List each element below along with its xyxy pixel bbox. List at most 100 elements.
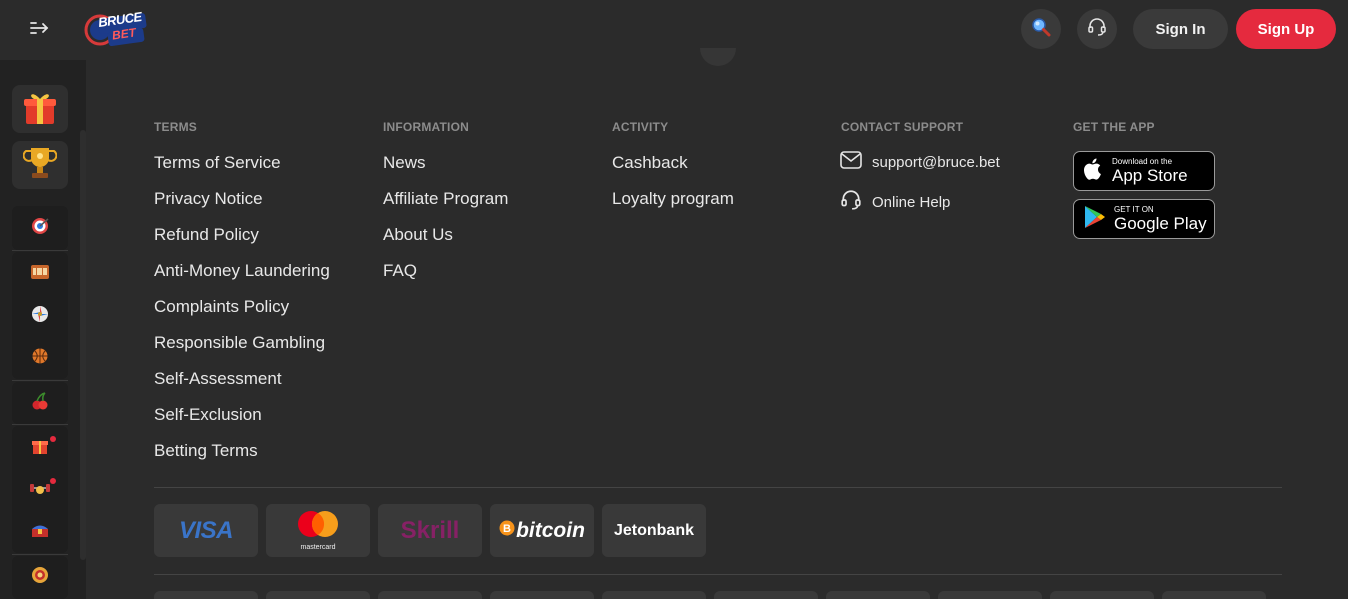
google-play-small-text: GET IT ON: [1114, 205, 1154, 214]
bitcoin-logo: bitcoin: [516, 518, 585, 542]
sidebar-item-basketball[interactable]: [12, 338, 68, 378]
payment-skrill: Skrill: [378, 504, 482, 557]
sidebar-item-fruits[interactable]: [12, 383, 68, 423]
coin-emblem-icon: [30, 565, 50, 590]
sidebar-divider: [12, 380, 68, 381]
sidebar-item-slots[interactable]: [12, 254, 68, 294]
terms-heading: TERMS: [154, 120, 197, 134]
sign-up-button[interactable]: Sign Up: [1236, 9, 1336, 49]
roulette-wheel-icon: [30, 304, 50, 329]
notification-badge: [50, 436, 56, 442]
online-help-link[interactable]: Online Help: [840, 189, 951, 214]
payment-mastercard: mastercard: [266, 504, 370, 557]
sidebar-group-3: [12, 382, 68, 424]
link-self-exclusion[interactable]: Self-Exclusion: [154, 405, 262, 425]
sidebar-promo-trophy[interactable]: [12, 141, 68, 189]
gift-icon: [31, 437, 49, 460]
partner-tile: [378, 591, 482, 599]
basketball-icon: [31, 347, 49, 370]
app-store-badge[interactable]: Download on the App Store: [1073, 151, 1215, 191]
activity-heading: ACTIVITY: [612, 120, 669, 134]
support-email: support@bruce.bet: [872, 153, 1000, 171]
link-terms-of-service[interactable]: Terms of Service: [154, 153, 281, 173]
sign-in-button[interactable]: Sign In: [1133, 9, 1228, 49]
top-header: BRUCE BET Sign In Sign Up: [0, 0, 1348, 60]
google-play-icon: [1084, 205, 1106, 234]
sidebar-item-treasure[interactable]: [12, 512, 68, 552]
sidebar-divider: [12, 250, 68, 251]
link-betting-terms[interactable]: Betting Terms: [154, 441, 258, 461]
svg-text:B: B: [503, 523, 511, 535]
payment-bitcoin: B bitcoin: [490, 504, 594, 557]
partner-tile: [826, 591, 930, 599]
notification-badge: [50, 478, 56, 484]
sidebar-scrollbar[interactable]: [80, 130, 86, 560]
partner-tile: [490, 591, 594, 599]
link-loyalty-program[interactable]: Loyalty program: [612, 189, 734, 209]
support-button[interactable]: [1077, 9, 1117, 49]
sidebar-divider: [12, 554, 68, 555]
footer-divider: [154, 487, 1282, 488]
support-email-link[interactable]: support@bruce.bet: [840, 150, 1000, 174]
partner-tile: [154, 591, 258, 599]
link-anti-money-laundering[interactable]: Anti-Money Laundering: [154, 261, 330, 281]
cherry-icon: [30, 391, 50, 416]
partner-tile: [1050, 591, 1154, 599]
expand-menu-icon[interactable]: [28, 18, 52, 40]
link-news[interactable]: News: [383, 153, 426, 173]
app-store-small-text: Download on the: [1112, 157, 1173, 166]
partner-tile: [266, 591, 370, 599]
footer-divider: [154, 574, 1282, 575]
link-affiliate-program[interactable]: Affiliate Program: [383, 189, 508, 209]
online-help-label: Online Help: [872, 193, 951, 211]
link-self-assessment[interactable]: Self-Assessment: [154, 369, 282, 389]
link-responsible-gambling[interactable]: Responsible Gambling: [154, 333, 325, 353]
bitcoin-icon: B: [499, 520, 515, 541]
treasure-chest-icon: [30, 521, 50, 544]
logo-text-bottom: BET: [111, 25, 137, 43]
link-complaints-policy[interactable]: Complaints Policy: [154, 297, 289, 317]
information-heading: INFORMATION: [383, 120, 469, 134]
link-about-us[interactable]: About Us: [383, 225, 453, 245]
partner-tile: [602, 591, 706, 599]
envelope-icon: [840, 150, 862, 174]
partner-tile: [714, 591, 818, 599]
sidebar-item-coin[interactable]: [12, 557, 68, 597]
sidebar-group-4: [12, 426, 68, 553]
visa-logo: VISA: [178, 516, 234, 544]
sidebar-item-gifts[interactable]: [12, 428, 68, 468]
google-play-badge[interactable]: GET IT ON Google Play: [1073, 199, 1215, 239]
app-store-big-text: App Store: [1112, 166, 1188, 185]
mastercard-circles-icon: [295, 510, 341, 543]
bruce-bet-logo[interactable]: BRUCE BET: [84, 9, 150, 51]
sidebar-item-target[interactable]: [12, 208, 68, 248]
mastercard-label: mastercard: [300, 544, 336, 551]
scroll-hint: [700, 48, 736, 66]
logo-text: BRUCE BET: [84, 9, 150, 51]
partner-tile: [938, 591, 1042, 599]
sidebar-group-5: [12, 556, 68, 599]
search-button[interactable]: [1021, 9, 1061, 49]
get-the-app-heading: GET THE APP: [1073, 120, 1155, 134]
jetonbank-logo: Jetonbank: [613, 521, 694, 539]
google-play-big-text: Google Play: [1114, 214, 1207, 233]
sidebar-promo-gift[interactable]: [12, 85, 68, 133]
sidebar-item-roulette[interactable]: [12, 296, 68, 336]
sidebar-group-2: [12, 252, 68, 379]
gift-box-icon: [22, 88, 58, 131]
magnifier-icon: [1031, 17, 1051, 42]
sidebar-item-challenges[interactable]: [12, 470, 68, 510]
trophy-icon: [22, 144, 58, 187]
sidebar-divider: [12, 424, 68, 425]
dumbbell-character-icon: [29, 479, 51, 502]
link-faq[interactable]: FAQ: [383, 261, 417, 281]
payment-jetonbank: Jetonbank: [602, 504, 706, 557]
skrill-logo: Skrill: [400, 516, 460, 544]
slot-machine-icon: [30, 263, 50, 286]
link-privacy-notice[interactable]: Privacy Notice: [154, 189, 263, 209]
apple-icon: [1083, 157, 1104, 186]
link-refund-policy[interactable]: Refund Policy: [154, 225, 259, 245]
partner-tile: [1162, 591, 1266, 599]
payment-visa: VISA: [154, 504, 258, 557]
link-cashback[interactable]: Cashback: [612, 153, 688, 173]
